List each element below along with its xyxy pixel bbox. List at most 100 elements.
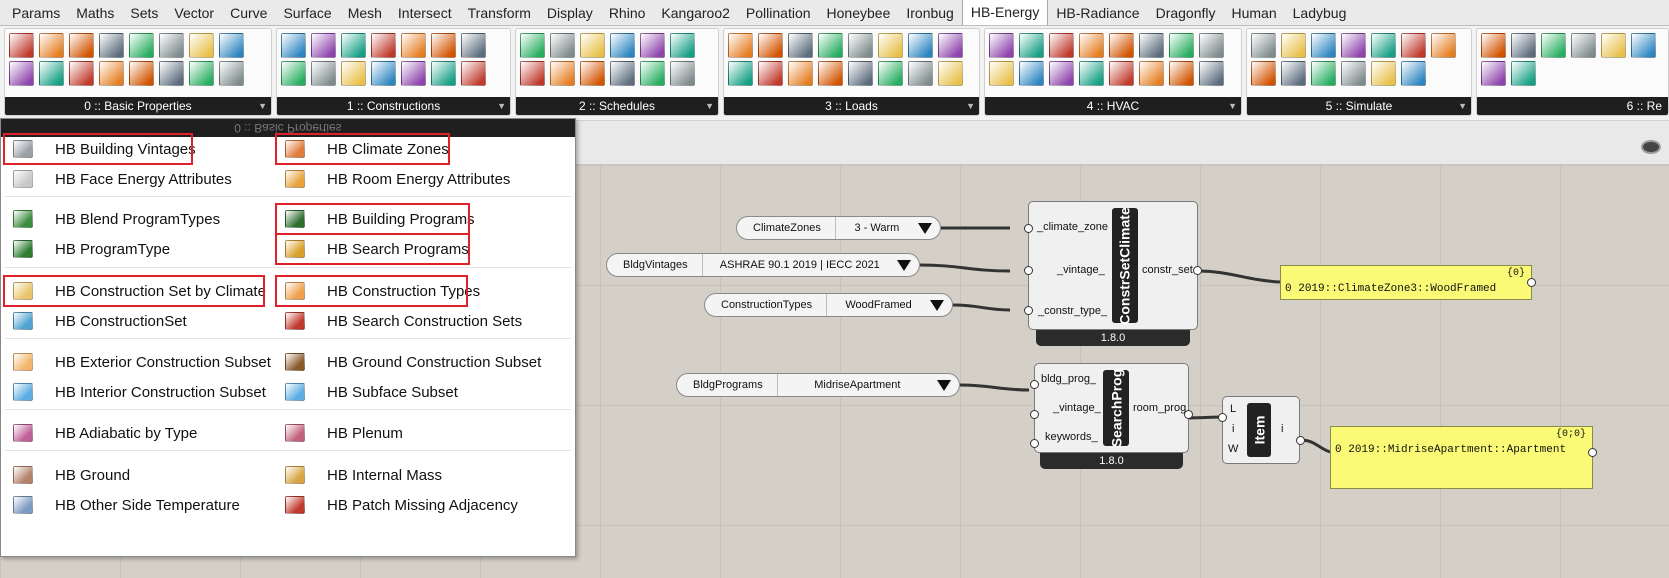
- component-icon[interactable]: [938, 61, 963, 86]
- menu-item-hb-ground-construction-subset[interactable]: HB Ground Construction Subset: [277, 348, 541, 376]
- component-icon[interactable]: [431, 33, 456, 58]
- component-icon[interactable]: [9, 33, 34, 58]
- component-icon[interactable]: [1281, 61, 1306, 86]
- constr-set-climate-component[interactable]: _climate_zone _vintage_ _constr_type_ Co…: [1028, 201, 1198, 330]
- component-icon[interactable]: [1251, 33, 1276, 58]
- component-icon[interactable]: [610, 33, 635, 58]
- ribbon-panel-hvac[interactable]: 4 :: HVAC ▼: [984, 28, 1242, 116]
- output-grip[interactable]: [1184, 410, 1193, 419]
- component-icon[interactable]: [878, 33, 903, 58]
- input-keywords[interactable]: keywords_: [1045, 431, 1098, 443]
- component-icon[interactable]: [728, 61, 753, 86]
- value-list-bldg-vintages[interactable]: BldgVintages ASHRAE 90.1 2019 | IECC 202…: [606, 253, 920, 277]
- component-icon[interactable]: [9, 61, 34, 86]
- menu-item-hb-adiabatic-by-type[interactable]: HB Adiabatic by Type: [5, 419, 263, 447]
- menu-item-hb-plenum[interactable]: HB Plenum: [277, 419, 447, 447]
- component-icon[interactable]: [1109, 33, 1134, 58]
- component-icon[interactable]: [1169, 61, 1194, 86]
- input-grip[interactable]: [1218, 413, 1227, 422]
- component-icon[interactable]: [788, 33, 813, 58]
- component-icon[interactable]: [1019, 61, 1044, 86]
- component-icon[interactable]: [341, 61, 366, 86]
- component-icon[interactable]: [550, 61, 575, 86]
- input-grip[interactable]: [1024, 266, 1033, 275]
- output-grip[interactable]: [1193, 266, 1202, 275]
- component-icon[interactable]: [878, 61, 903, 86]
- component-icon[interactable]: [989, 61, 1014, 86]
- component-icon[interactable]: [670, 33, 695, 58]
- component-icon[interactable]: [1371, 33, 1396, 58]
- component-icon[interactable]: [1481, 61, 1506, 86]
- output-constr-set[interactable]: constr_set: [1142, 264, 1193, 276]
- menu-item-hb-face-energy-attributes[interactable]: HB Face Energy Attributes: [5, 165, 263, 193]
- component-icon[interactable]: [550, 33, 575, 58]
- component-icon[interactable]: [938, 33, 963, 58]
- eye-icon[interactable]: [1641, 140, 1661, 154]
- output-grip[interactable]: [1527, 278, 1536, 287]
- component-icon[interactable]: [1371, 61, 1396, 86]
- value-list-climate-zones[interactable]: ClimateZones 3 - Warm: [736, 216, 941, 240]
- component-icon[interactable]: [219, 33, 244, 58]
- list-item-component[interactable]: L i W Item i: [1222, 396, 1300, 464]
- search-prog-component[interactable]: bldg_prog_ _vintage_ keywords_ SearchPro…: [1034, 363, 1189, 453]
- tab-vector[interactable]: Vector: [166, 1, 222, 25]
- output-item[interactable]: i: [1281, 423, 1283, 435]
- value-list-bldg-programs[interactable]: BldgPrograms MidriseApartment: [676, 373, 960, 397]
- tab-ladybug[interactable]: Ladybug: [1285, 1, 1355, 25]
- tab-ironbug[interactable]: Ironbug: [898, 1, 961, 25]
- tab-curve[interactable]: Curve: [222, 1, 275, 25]
- menu-item-hb-room-energy-attributes[interactable]: HB Room Energy Attributes: [277, 165, 510, 193]
- tab-kangaroo2[interactable]: Kangaroo2: [653, 1, 738, 25]
- input-grip[interactable]: [1024, 306, 1033, 315]
- input-grip[interactable]: [1030, 439, 1039, 448]
- component-icon[interactable]: [1199, 61, 1224, 86]
- component-icon[interactable]: [1541, 33, 1566, 58]
- component-icon[interactable]: [189, 33, 214, 58]
- component-icon[interactable]: [39, 33, 64, 58]
- output-grip[interactable]: [1588, 448, 1597, 457]
- component-icon[interactable]: [1199, 33, 1224, 58]
- menu-item-hb-search-construction-sets[interactable]: HB Search Construction Sets: [277, 307, 522, 335]
- component-icon[interactable]: [1481, 33, 1506, 58]
- value-list-construction-types[interactable]: ConstructionTypes WoodFramed: [704, 293, 953, 317]
- component-icon[interactable]: [1139, 33, 1164, 58]
- ribbon-panel-schedules[interactable]: 2 :: Schedules ▼: [515, 28, 719, 116]
- menu-item-hb-search-programs[interactable]: HB Search Programs: [275, 233, 470, 265]
- component-icon[interactable]: [1571, 33, 1596, 58]
- menu-item-hb-patch-missing-adjacency[interactable]: HB Patch Missing Adjacency: [277, 491, 518, 519]
- output-panel[interactable]: {0;0} 0 2019::MidriseApartment::Apartmen…: [1330, 426, 1593, 489]
- tab-human[interactable]: Human: [1224, 1, 1285, 25]
- component-icon[interactable]: [219, 61, 244, 86]
- component-icon[interactable]: [520, 33, 545, 58]
- input-vintage[interactable]: _vintage_: [1057, 264, 1105, 276]
- component-icon[interactable]: [758, 33, 783, 58]
- component-icon[interactable]: [1281, 33, 1306, 58]
- input-grip[interactable]: [1024, 224, 1033, 233]
- component-icon[interactable]: [580, 33, 605, 58]
- menu-item-hb-building-vintages[interactable]: HB Building Vintages: [3, 133, 196, 165]
- menu-item-hb-interior-construction-subset[interactable]: HB Interior Construction Subset: [5, 378, 266, 406]
- tab-sets[interactable]: Sets: [122, 1, 166, 25]
- component-icon[interactable]: [371, 61, 396, 86]
- component-icon[interactable]: [908, 33, 933, 58]
- tab-maths[interactable]: Maths: [68, 1, 122, 25]
- component-icon[interactable]: [818, 33, 843, 58]
- component-icon[interactable]: [1079, 61, 1104, 86]
- component-icon[interactable]: [818, 61, 843, 86]
- component-icon[interactable]: [1631, 33, 1656, 58]
- input-grip[interactable]: [1030, 380, 1039, 389]
- input-bldg-prog[interactable]: bldg_prog_: [1041, 373, 1096, 385]
- component-icon[interactable]: [1049, 33, 1074, 58]
- component-icon[interactable]: [461, 33, 486, 58]
- component-icon[interactable]: [159, 33, 184, 58]
- component-icon[interactable]: [1109, 61, 1134, 86]
- tab-surface[interactable]: Surface: [275, 1, 339, 25]
- input-climate-zone[interactable]: _climate_zone: [1037, 221, 1108, 233]
- tab-hb-radiance[interactable]: HB-Radiance: [1048, 1, 1147, 25]
- component-icon[interactable]: [728, 33, 753, 58]
- output-panel[interactable]: {0} 0 2019::ClimateZone3::WoodFramed: [1280, 265, 1532, 300]
- component-icon[interactable]: [129, 61, 154, 86]
- component-icon[interactable]: [848, 61, 873, 86]
- ribbon-panel-loads[interactable]: 3 :: Loads ▼: [723, 28, 980, 116]
- component-icon[interactable]: [1601, 33, 1626, 58]
